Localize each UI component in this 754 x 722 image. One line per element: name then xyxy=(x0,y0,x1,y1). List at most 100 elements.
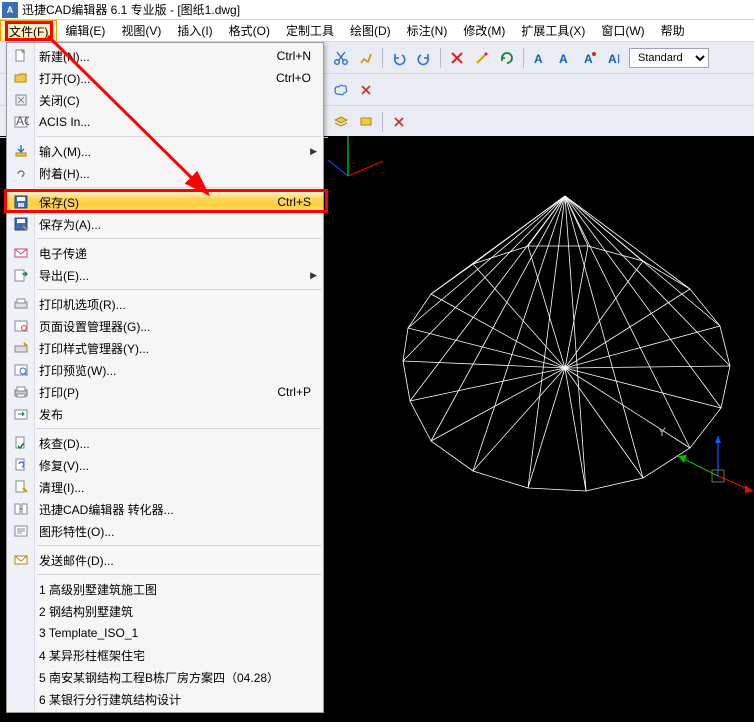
window-title: 迅捷CAD编辑器 6.1 专业版 - [图纸1.dwg] xyxy=(22,1,240,18)
svg-text:A: A xyxy=(584,52,593,66)
menu-item-etrans[interactable]: 电子传递 xyxy=(7,242,323,264)
menu-item-label: 5 南安某钢结构工程B栋厂房方案四（04.28） xyxy=(39,669,323,686)
menu-dim[interactable]: 标注(N) xyxy=(399,20,456,41)
menu-item-ppreview[interactable]: 打印预览(W)... xyxy=(7,359,323,381)
layer-icon[interactable] xyxy=(330,111,352,133)
menu-item-new[interactable]: 新建(N)...Ctrl+N xyxy=(7,45,323,67)
text-style-select[interactable]: Standard xyxy=(629,48,709,68)
menu-file[interactable]: 文件(F) xyxy=(0,20,57,41)
purge-icon xyxy=(13,479,29,495)
menu-item-save[interactable]: 保存(S)Ctrl+S xyxy=(7,191,323,213)
menu-item-recover[interactable]: 修复(V)... xyxy=(7,454,323,476)
text-ai-icon[interactable]: AI xyxy=(604,47,626,69)
menu-item-label: 打印(P) xyxy=(39,384,277,401)
menu-item-purge[interactable]: 清理(I)... xyxy=(7,476,323,498)
menu-item-audit[interactable]: 核查(D)... xyxy=(7,432,323,454)
refresh-icon[interactable] xyxy=(496,47,518,69)
menu-modify[interactable]: 修改(M) xyxy=(455,20,513,41)
text-a-red-icon[interactable]: A xyxy=(579,47,601,69)
layer2-icon[interactable] xyxy=(355,111,377,133)
blank-icon xyxy=(13,603,29,619)
blank-icon xyxy=(13,691,29,707)
menu-item-label: ACIS In... xyxy=(39,115,323,129)
menu-ext-tools[interactable]: 扩展工具(X) xyxy=(513,20,593,41)
menu-item-saveas[interactable]: 保存为(A)... xyxy=(7,213,323,235)
menu-item-recent[interactable]: 5 南安某钢结构工程B栋厂房方案四（04.28） xyxy=(7,666,323,688)
drawing-canvas[interactable]: Y xyxy=(328,136,754,719)
redo-icon[interactable] xyxy=(413,47,435,69)
save-icon xyxy=(13,194,29,210)
menu-item-close[interactable]: 关闭(C) xyxy=(7,89,323,111)
menu-item-label: 发布 xyxy=(39,406,323,423)
menu-item-label: 附着(H)... xyxy=(39,165,323,182)
menu-format[interactable]: 格式(O) xyxy=(221,20,278,41)
menu-item-attach[interactable]: 附着(H)... xyxy=(7,162,323,184)
etrans-icon xyxy=(13,245,29,261)
cut-icon[interactable] xyxy=(330,47,352,69)
file-menu-dropdown: 新建(N)...Ctrl+N打开(O)...Ctrl+O关闭(C) AC ACIS … xyxy=(6,42,324,713)
svg-text:AC: AC xyxy=(16,114,29,128)
menu-item-label: 保存为(A)... xyxy=(39,216,323,233)
blank-icon xyxy=(13,647,29,663)
menu-item-recent[interactable]: 3 Template_ISO_1 xyxy=(7,622,323,644)
menu-item-acis[interactable]: AC ACIS In... xyxy=(7,111,323,133)
menu-item-mail[interactable]: 发送邮件(D)... xyxy=(7,549,323,571)
menu-window[interactable]: 窗口(W) xyxy=(593,20,652,41)
menu-item-props[interactable]: 图形特性(O)... xyxy=(7,520,323,542)
undo-icon[interactable] xyxy=(388,47,410,69)
menu-item-label: 页面设置管理器(G)... xyxy=(39,318,323,335)
menu-item-label: 打印机选项(R)... xyxy=(39,296,323,313)
menu-item-label: 1 高级别墅建筑施工图 xyxy=(39,581,323,598)
menu-item-recent[interactable]: 2 钢结构别墅建筑 xyxy=(7,600,323,622)
menu-item-import[interactable]: 输入(M)...▶ xyxy=(7,140,323,162)
menu-item-label: 6 某银行分行建筑结构设计 xyxy=(39,691,323,708)
publish-icon xyxy=(13,406,29,422)
app-icon: A xyxy=(2,2,18,18)
menu-item-publish[interactable]: 发布 xyxy=(7,403,323,425)
wand-icon[interactable] xyxy=(471,47,493,69)
menu-bar: 文件(F) 编辑(E) 视图(V) 插入(I) 格式(O) 定制工具 绘图(D)… xyxy=(0,20,754,42)
menu-separator xyxy=(37,428,321,429)
new-icon xyxy=(13,48,29,64)
menu-item-label: 打印预览(W)... xyxy=(39,362,323,379)
menu-draw[interactable]: 绘图(D) xyxy=(342,20,399,41)
blank-icon xyxy=(13,669,29,685)
menu-item-label: 新建(N)... xyxy=(39,48,277,65)
toolbar-separator xyxy=(440,48,441,68)
delete-x-icon[interactable] xyxy=(446,47,468,69)
menu-separator xyxy=(37,289,321,290)
close-x-icon[interactable] xyxy=(388,111,410,133)
menu-view[interactable]: 视图(V) xyxy=(113,20,169,41)
menu-item-pstyle[interactable]: 打印样式管理器(Y)... xyxy=(7,337,323,359)
menu-item-popt[interactable]: 打印机选项(R)... xyxy=(7,293,323,315)
menu-item-open[interactable]: 打开(O)...Ctrl+O xyxy=(7,67,323,89)
revcloud-icon[interactable] xyxy=(330,79,352,101)
attach-icon xyxy=(13,165,29,181)
text-a2-icon[interactable]: A xyxy=(554,47,576,69)
toolbar-separator xyxy=(382,48,383,68)
svg-text:A: A xyxy=(559,52,568,66)
brush-icon[interactable] xyxy=(355,47,377,69)
close-icon xyxy=(13,92,29,108)
menu-item-psetup[interactable]: 页面设置管理器(G)... xyxy=(7,315,323,337)
menu-item-recent[interactable]: 1 高级别墅建筑施工图 xyxy=(7,578,323,600)
menu-item-shortcut: Ctrl+S xyxy=(277,195,323,209)
svg-text:A: A xyxy=(534,52,543,66)
menu-item-label: 4 某异形柱框架住宅 xyxy=(39,647,323,664)
text-a1-icon[interactable]: A xyxy=(529,47,551,69)
close-x-icon[interactable] xyxy=(355,79,377,101)
menu-insert[interactable]: 插入(I) xyxy=(169,20,220,41)
menu-edit[interactable]: 编辑(E) xyxy=(57,20,113,41)
menu-separator xyxy=(37,136,321,137)
menu-help[interactable]: 帮助 xyxy=(653,20,693,41)
blank-icon xyxy=(13,581,29,597)
menu-item-recent[interactable]: 6 某银行分行建筑结构设计 xyxy=(7,688,323,710)
menu-custom-tools[interactable]: 定制工具 xyxy=(278,20,342,41)
menu-item-convert[interactable]: 迅捷CAD编辑器 转化器... xyxy=(7,498,323,520)
menu-item-recent[interactable]: 4 某异形柱框架住宅 xyxy=(7,644,323,666)
menu-item-print[interactable]: 打印(P)Ctrl+P xyxy=(7,381,323,403)
menu-item-label: 修复(V)... xyxy=(39,457,323,474)
menu-item-label: 导出(E)... xyxy=(39,267,323,284)
menu-item-export[interactable]: 导出(E)...▶ xyxy=(7,264,323,286)
menu-item-label: 打开(O)... xyxy=(39,70,276,87)
